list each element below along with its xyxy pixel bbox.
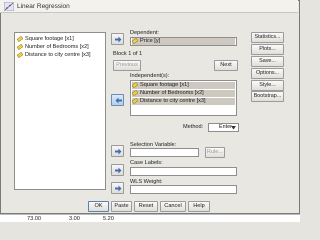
- help-button[interactable]: Help: [188, 201, 210, 212]
- wls-weight-field[interactable]: [130, 185, 237, 194]
- selection-variable-field[interactable]: [130, 148, 199, 157]
- ruler-scale-icon: [17, 52, 23, 58]
- list-item-label: Square footage [x1]: [140, 82, 189, 88]
- dependent-value: Price [y]: [140, 38, 161, 44]
- ruler-scale-icon: [132, 82, 138, 88]
- dependent-label: Dependent:: [130, 30, 159, 36]
- move-to-selection-button[interactable]: [111, 145, 124, 157]
- right-arrow-icon: [115, 36, 122, 43]
- previous-button[interactable]: Previous: [113, 60, 141, 71]
- variable-list[interactable]: Square footage [x1] Number of Bedrooms […: [14, 32, 106, 190]
- list-item-label: Distance to city centre [x3]: [140, 98, 206, 104]
- right-arrow-icon: [115, 167, 122, 174]
- linear-regression-icon: [4, 2, 14, 11]
- right-arrow-icon: [115, 185, 122, 192]
- window-title: Linear Regression: [17, 3, 70, 10]
- ruler-scale-icon: [132, 98, 138, 104]
- method-value: Enter: [219, 124, 232, 130]
- list-item[interactable]: Price [y]: [132, 38, 235, 45]
- move-to-dependent-button[interactable]: [111, 33, 124, 45]
- style-button[interactable]: Style...: [251, 80, 284, 91]
- list-item[interactable]: Number of Bedrooms [x2]: [132, 90, 235, 97]
- table-cell[interactable]: 3.00: [69, 216, 80, 222]
- right-arrow-icon: [115, 148, 122, 155]
- next-button[interactable]: Next: [214, 60, 238, 71]
- move-to-wls-weight-button[interactable]: [111, 182, 124, 194]
- options-button[interactable]: Options...: [251, 68, 284, 79]
- case-labels-field[interactable]: [130, 167, 237, 176]
- independents-label: Independent(s):: [130, 73, 170, 79]
- left-arrow-icon: [115, 97, 122, 104]
- list-item-label: Number of Bedrooms [x2]: [140, 90, 204, 96]
- case-labels-label: Case Labels:: [130, 160, 163, 166]
- table-cell[interactable]: 5.20: [103, 216, 114, 222]
- ok-button[interactable]: OK: [88, 201, 109, 212]
- cancel-button[interactable]: Cancel: [160, 201, 186, 212]
- data-view-row: 73.00 3.00 5.20: [0, 214, 300, 222]
- move-to-independents-button[interactable]: [111, 94, 124, 106]
- list-item-label: Square footage [x1]: [25, 36, 74, 42]
- list-item[interactable]: Square footage [x1]: [132, 82, 235, 89]
- independents-list[interactable]: Square footage [x1] Number of Bedrooms […: [130, 80, 237, 116]
- list-item[interactable]: Distance to city centre [x3]: [132, 98, 235, 105]
- list-item-label: Distance to city centre [x3]: [25, 52, 91, 58]
- paste-button[interactable]: Paste: [111, 201, 132, 212]
- method-label: Method:: [183, 124, 204, 130]
- move-to-case-labels-button[interactable]: [111, 164, 124, 176]
- statistics-button[interactable]: Statistics...: [251, 32, 284, 43]
- dependent-field[interactable]: Price [y]: [130, 37, 237, 46]
- ruler-scale-icon: [132, 38, 138, 44]
- save-button[interactable]: Save...: [251, 56, 284, 67]
- ruler-scale-icon: [132, 90, 138, 96]
- bootstrap-button[interactable]: Bootstrap...: [251, 91, 284, 102]
- method-select[interactable]: Enter: [208, 123, 239, 132]
- reset-button[interactable]: Reset: [134, 201, 158, 212]
- plots-button[interactable]: Plots...: [251, 44, 284, 55]
- rule-button[interactable]: Rule...: [205, 147, 225, 158]
- ruler-scale-icon: [17, 36, 23, 42]
- chevron-down-icon: [231, 126, 236, 130]
- table-cell[interactable]: 73.00: [27, 216, 41, 222]
- block-label: Block 1 of 1: [113, 51, 143, 57]
- list-item-label: Number of Bedrooms [x2]: [25, 44, 89, 50]
- ruler-scale-icon: [17, 44, 23, 50]
